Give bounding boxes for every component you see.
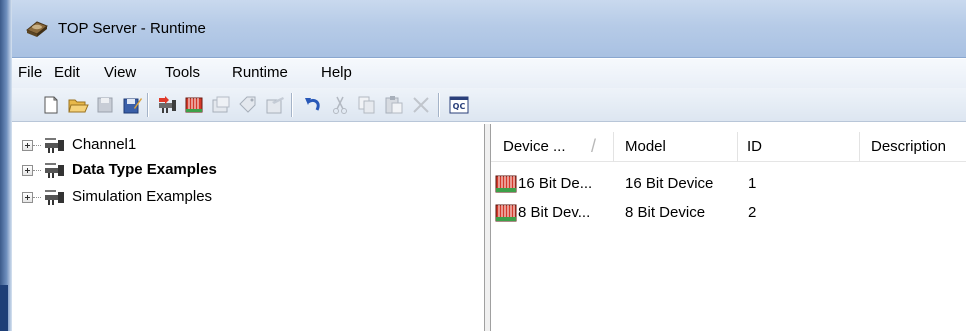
cut-icon[interactable] bbox=[329, 94, 351, 116]
pane-splitter[interactable] bbox=[484, 124, 491, 331]
tree-label: Channel1 bbox=[72, 136, 137, 153]
app-icon bbox=[26, 21, 48, 37]
column-header-device-name[interactable]: Device ... bbox=[503, 138, 566, 155]
expand-icon[interactable] bbox=[22, 140, 33, 151]
undo-icon[interactable] bbox=[302, 94, 324, 116]
toolbar-separator bbox=[147, 93, 149, 117]
expand-icon[interactable] bbox=[22, 192, 33, 203]
menu-runtime[interactable]: Runtime bbox=[232, 64, 288, 81]
tree-label: Simulation Examples bbox=[72, 188, 213, 205]
tree-label: Data Type Examples bbox=[72, 161, 217, 178]
quick-client-label: QC bbox=[453, 102, 466, 111]
menu-help[interactable]: Help bbox=[321, 64, 352, 81]
menu-file[interactable]: File bbox=[18, 64, 42, 81]
device-id-cell: 1 bbox=[748, 175, 757, 192]
window-frame bbox=[0, 0, 12, 331]
list-header: Device ... / Model ID Description bbox=[491, 132, 966, 162]
column-divider[interactable] bbox=[737, 132, 738, 162]
channel-icon bbox=[45, 138, 64, 153]
channel-icon bbox=[45, 190, 64, 205]
copy-icon[interactable] bbox=[356, 94, 378, 116]
new-file-icon[interactable] bbox=[40, 94, 62, 116]
project-tree: Channel1 Data Type Examples Simulation E bbox=[12, 124, 484, 331]
menu-view[interactable]: View bbox=[104, 64, 136, 81]
save-icon[interactable] bbox=[94, 94, 116, 116]
device-icon bbox=[495, 175, 517, 193]
new-device-icon[interactable] bbox=[183, 94, 205, 116]
sort-indicator: / bbox=[591, 136, 597, 156]
new-tag-group-icon[interactable] bbox=[210, 94, 232, 116]
properties-icon[interactable] bbox=[264, 94, 286, 116]
device-name-cell: 8 Bit Dev... bbox=[518, 204, 591, 221]
new-channel-icon[interactable] bbox=[156, 94, 178, 116]
menu-bar: File Edit View Tools Runtime Help bbox=[12, 58, 966, 88]
device-model-cell: 16 Bit Device bbox=[625, 175, 714, 192]
column-header-description[interactable]: Description bbox=[871, 138, 946, 155]
menu-tools[interactable]: Tools bbox=[165, 64, 200, 81]
tree-item-data-type-examples[interactable]: Data Type Examples bbox=[22, 160, 282, 182]
column-divider[interactable] bbox=[613, 132, 614, 162]
device-name-cell: 16 Bit De... bbox=[518, 175, 593, 192]
expand-icon[interactable] bbox=[22, 165, 33, 176]
paste-icon[interactable] bbox=[383, 94, 405, 116]
window-frame bbox=[0, 285, 8, 331]
toolbar: QC bbox=[12, 88, 966, 122]
device-id-cell: 2 bbox=[748, 204, 757, 221]
toolbar-separator bbox=[438, 93, 440, 117]
menu-edit[interactable]: Edit bbox=[54, 64, 80, 81]
channel-icon bbox=[45, 163, 64, 178]
column-header-model[interactable]: Model bbox=[625, 138, 666, 155]
tree-item-simulation-examples[interactable]: Simulation Examples bbox=[22, 187, 282, 209]
device-model-cell: 8 Bit Device bbox=[625, 204, 706, 221]
new-tag-icon[interactable] bbox=[237, 94, 259, 116]
application-window: TOP Server - Runtime File Edit View Tool… bbox=[0, 0, 966, 331]
save-as-icon[interactable] bbox=[121, 94, 143, 116]
title-bar[interactable]: TOP Server - Runtime bbox=[0, 0, 966, 58]
delete-icon[interactable] bbox=[410, 94, 432, 116]
device-icon bbox=[495, 204, 517, 222]
window-title: TOP Server - Runtime bbox=[58, 20, 206, 37]
quick-client-icon[interactable]: QC bbox=[448, 94, 470, 116]
tree-item-channel1[interactable]: Channel1 bbox=[22, 135, 242, 157]
column-header-id[interactable]: ID bbox=[747, 138, 762, 155]
column-divider[interactable] bbox=[859, 132, 860, 162]
table-row[interactable]: 16 Bit De... 16 Bit Device 1 bbox=[495, 173, 955, 195]
toolbar-separator bbox=[291, 93, 293, 117]
device-list: Device ... / Model ID Description 16 Bit… bbox=[491, 124, 966, 331]
table-row[interactable]: 8 Bit Dev... 8 Bit Device 2 bbox=[495, 202, 955, 224]
open-folder-icon[interactable] bbox=[67, 94, 89, 116]
